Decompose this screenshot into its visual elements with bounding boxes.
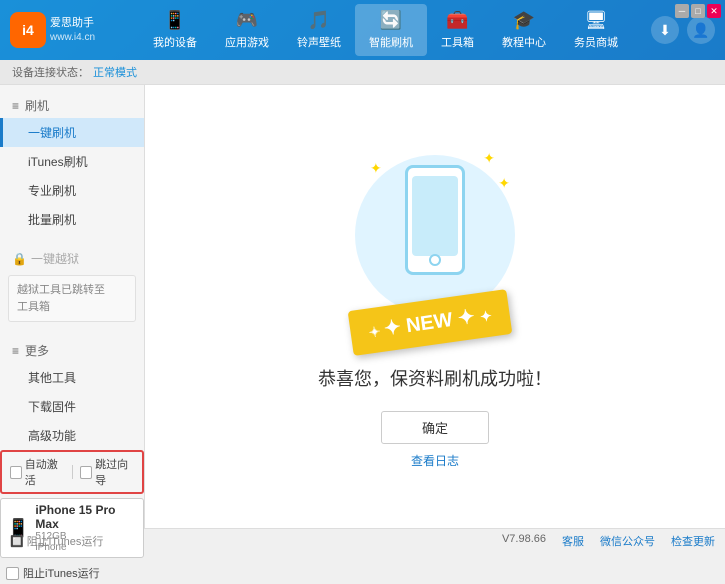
auto-activate-checkbox[interactable]: 自动激活: [10, 456, 64, 488]
user-button[interactable]: 👤: [687, 16, 715, 44]
header: i4 爱思助手 www.i4.cn 📱 我的设备 🎮 应用游戏 🎵 铃声壁纸 🔄…: [0, 0, 725, 60]
sidebar-advanced[interactable]: 高级功能: [0, 421, 144, 450]
sidebar-pro-flash[interactable]: 专业刷机: [0, 176, 144, 205]
maximize-button[interactable]: □: [691, 4, 705, 18]
version-label: V7.98.66: [502, 533, 546, 549]
apps-games-icon: 🎮: [236, 10, 258, 31]
header-right: ⬇ 👤: [651, 16, 715, 44]
my-device-icon: 📱: [164, 10, 186, 31]
nav-toolbox[interactable]: 🧰 工具箱: [427, 4, 488, 56]
confirm-button[interactable]: 确定: [381, 411, 489, 444]
download-button[interactable]: ⬇: [651, 16, 679, 44]
breadcrumb: 设备连接状态： 正常模式: [0, 60, 725, 85]
itunes-block-label: 🔲 阻止iTunes运行: [10, 533, 103, 549]
sidebar-section-more: ≡ 更多: [0, 338, 144, 363]
logo: i4 爱思助手 www.i4.cn: [10, 12, 120, 48]
tutorial-icon: 🎓: [513, 10, 535, 31]
device-options-row: 自动激活 跳过向导: [0, 450, 144, 494]
checkbox-divider: [72, 465, 73, 479]
window-controls: ─ □ ✕: [675, 4, 721, 18]
logo-icon: i4: [10, 12, 46, 48]
sidebar: ≡ 刷机 一键刷机 iTunes刷机 专业刷机 批量刷机 🔒 一键越狱 越狱工具…: [0, 85, 145, 528]
close-button[interactable]: ✕: [707, 4, 721, 18]
phone-screen: [412, 176, 458, 256]
nav-my-device[interactable]: 📱 我的设备: [139, 4, 211, 56]
sidebar-section-flash: ≡ 刷机: [0, 93, 144, 118]
more-section-icon: ≡: [12, 344, 19, 358]
nav-smart-flash[interactable]: 🔄 智能刷机: [355, 4, 427, 56]
nav-bar: 📱 我的设备 🎮 应用游戏 🎵 铃声壁纸 🔄 智能刷机 🧰 工具箱 🎓: [120, 4, 651, 56]
phone-illustration: ✦ ✦ ✦ ✦ NEW ✦: [345, 145, 525, 345]
flash-section-icon: ≡: [12, 99, 19, 113]
minimize-button[interactable]: ─: [675, 4, 689, 18]
status-right: V7.98.66 客服 微信公众号 检查更新: [502, 533, 715, 549]
sidebar-jailbreak-disabled: 🔒 一键越狱: [0, 246, 144, 271]
sidebar-info-box: 越狱工具已跳转至 工具箱: [8, 275, 136, 322]
nav-ringtone[interactable]: 🎵 铃声壁纸: [283, 4, 355, 56]
itunes-row: 阻止iTunes运行: [0, 562, 144, 584]
customer-service-link[interactable]: 客服: [562, 533, 584, 549]
lock-icon: 🔒: [12, 252, 27, 266]
nav-service[interactable]: 🖥 务员商城: [560, 4, 632, 56]
auto-activate-checkbox-box[interactable]: [10, 466, 22, 479]
phone-home-button: [429, 254, 441, 266]
check-update-link[interactable]: 检查更新: [671, 533, 715, 549]
star-2: ✦: [483, 150, 495, 167]
smart-flash-icon: 🔄: [380, 10, 402, 31]
main-layout: ≡ 刷机 一键刷机 iTunes刷机 专业刷机 批量刷机 🔒 一键越狱 越狱工具…: [0, 85, 725, 528]
wechat-link[interactable]: 微信公众号: [600, 533, 655, 549]
skip-guide-checkbox[interactable]: 跳过向导: [80, 456, 134, 488]
sidebar-one-key-flash[interactable]: 一键刷机: [0, 118, 144, 147]
toolbox-icon: 🧰: [446, 10, 468, 31]
itunes-label: 阻止iTunes运行: [23, 565, 100, 581]
itunes-checkbox[interactable]: [6, 567, 19, 580]
ringtone-icon: 🎵: [308, 10, 330, 31]
star-1: ✦: [370, 160, 382, 177]
log-link[interactable]: 查看日志: [411, 452, 459, 469]
content-area: ✦ ✦ ✦ ✦ NEW ✦ 恭喜您，保资料刷机成功啦！ 确定 查看日志: [145, 85, 725, 528]
success-message: 恭喜您，保资料刷机成功啦！: [318, 365, 552, 391]
star-3: ✦: [498, 175, 510, 192]
logo-text: 爱思助手 www.i4.cn: [50, 16, 95, 43]
sidebar-other-tools[interactable]: 其他工具: [0, 363, 144, 392]
nav-tutorial[interactable]: 🎓 教程中心: [488, 4, 560, 56]
nav-apps-games[interactable]: 🎮 应用游戏: [211, 4, 283, 56]
sidebar-itunes-flash[interactable]: iTunes刷机: [0, 147, 144, 176]
sidebar-batch-flash[interactable]: 批量刷机: [0, 205, 144, 234]
phone-body: [405, 165, 465, 275]
device-info-row: 📱 iPhone 15 Pro Max 512GB iPhone: [0, 498, 144, 558]
service-icon: 🖥: [585, 10, 608, 31]
skip-guide-checkbox-box[interactable]: [80, 466, 92, 479]
sidebar-download-firmware[interactable]: 下载固件: [0, 392, 144, 421]
